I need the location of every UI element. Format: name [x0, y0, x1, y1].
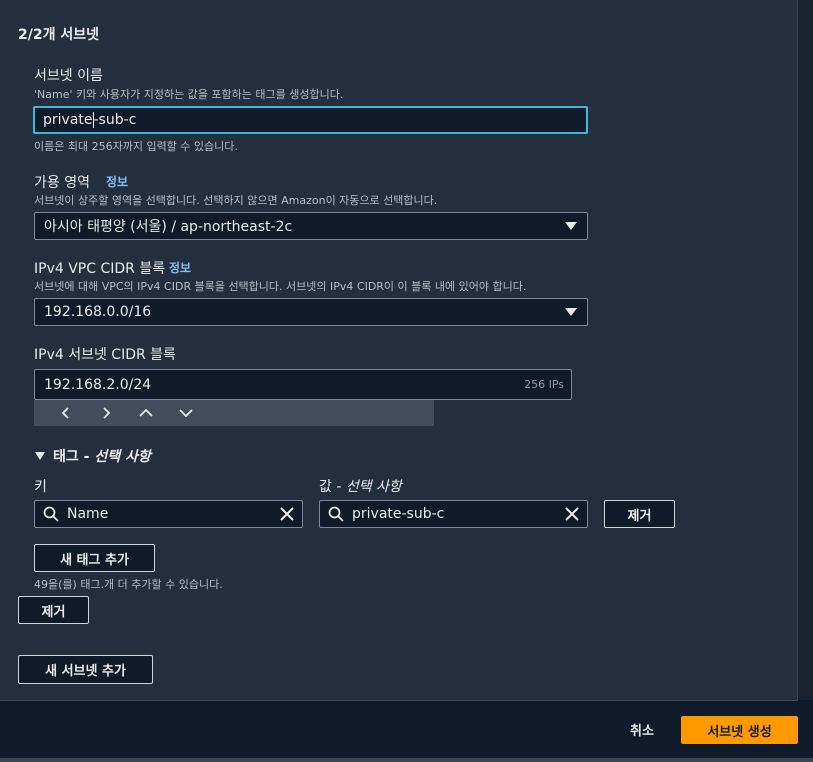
tag-key-label: 키	[34, 479, 47, 495]
add-subnet-button[interactable]: 새 서브넷 추가	[18, 655, 153, 684]
subnet-name-input[interactable]: private -sub-c	[33, 106, 588, 134]
tag-value-label-optional: 선택 사항	[345, 479, 402, 495]
vpc-cidr-value: 192.168.0.0/16	[44, 304, 152, 320]
subnet-name-description: 'Name' 키와 사용자가 지정하는 값을 포함하는 태그를 생성합니다.	[34, 88, 344, 101]
subnet-cidr-value: 192.168.2.0/24	[44, 376, 152, 393]
remove-tag-button[interactable]: 제거	[604, 500, 675, 528]
tag-value-input[interactable]: private-sub-c	[319, 500, 588, 528]
subnet-cidr-label: IPv4 서브넷 CIDR 블록	[34, 347, 176, 363]
scrollbar-track[interactable]	[798, 0, 813, 700]
section-title: 2/2개 서브넷	[18, 27, 99, 43]
footer-bar: 취소 서브넷 생성	[0, 701, 813, 762]
clear-icon[interactable]	[563, 505, 581, 523]
tag-limit-text: 49을(를) 태그.개 더 추가할 수 있습니다.	[34, 578, 223, 591]
subnet-cidr-input[interactable]: 192.168.2.0/24 256 IPs	[34, 369, 572, 400]
tags-toggle-label: 태그 -	[53, 449, 95, 465]
subnet-name-hint: 이름은 최대 256자까지 입력할 수 있습니다.	[34, 140, 238, 153]
availability-zone-description: 서브넷이 상주할 영역을 선택합니다. 선택하지 않으면 Amazon이 자동으…	[34, 194, 438, 207]
vpc-cidr-description: 서브넷에 대해 VPC의 IPv4 CIDR 블록을 선택합니다. 서브넷의 I…	[34, 280, 527, 293]
subnet-name-value-start: private	[43, 112, 93, 128]
vpc-cidr-select[interactable]: 192.168.0.0/16	[34, 298, 588, 326]
caret-down-icon	[565, 308, 577, 316]
tag-value-label-prefix: 값 -	[319, 479, 346, 495]
create-subnet-button[interactable]: 서브넷 생성	[681, 716, 798, 744]
cidr-nav-controls	[34, 400, 434, 426]
caret-down-icon	[35, 452, 45, 460]
ip-count-suffix: 256 IPs	[524, 378, 564, 391]
search-icon	[43, 506, 59, 522]
tag-value-value: private-sub-c	[352, 506, 445, 522]
availability-zone-info-link[interactable]: 정보	[106, 173, 128, 190]
caret-down-icon	[565, 222, 577, 230]
chevron-left-icon[interactable]	[46, 400, 86, 426]
availability-zone-select[interactable]: 아시아 태평양 (서울) / ap-northeast-2c	[34, 212, 588, 240]
subnet-name-label: 서브넷 이름	[34, 68, 103, 84]
subnet-name-value-end: -sub-c	[93, 112, 137, 128]
cancel-button[interactable]: 취소	[630, 720, 654, 739]
search-icon	[328, 506, 344, 522]
availability-zone-value: 아시아 태평양 (서울) / ap-northeast-2c	[44, 219, 293, 235]
tag-value-label: 값 - 선택 사항	[319, 476, 402, 496]
bottom-divider	[0, 758, 813, 762]
chevron-down-icon[interactable]	[166, 400, 206, 426]
tag-key-input[interactable]: Name	[34, 500, 303, 528]
clear-icon[interactable]	[278, 505, 296, 523]
vpc-cidr-info-link[interactable]: 정보	[169, 259, 191, 276]
chevron-up-icon[interactable]	[126, 400, 166, 426]
add-tag-button[interactable]: 새 태그 추가	[34, 544, 155, 572]
chevron-right-icon[interactable]	[86, 400, 126, 426]
vpc-cidr-label: IPv4 VPC CIDR 블록	[34, 261, 166, 277]
subnet-settings-panel: 2/2개 서브넷 서브넷 이름 'Name' 키와 사용자가 지정하는 값을 포…	[0, 0, 798, 701]
remove-subnet-button[interactable]: 제거	[18, 596, 89, 624]
tags-toggle[interactable]: 태그 - 선택 사항	[34, 446, 151, 466]
tags-toggle-optional: 선택 사항	[94, 449, 151, 465]
tag-key-value: Name	[67, 506, 109, 522]
availability-zone-label: 가용 영역	[34, 175, 90, 191]
